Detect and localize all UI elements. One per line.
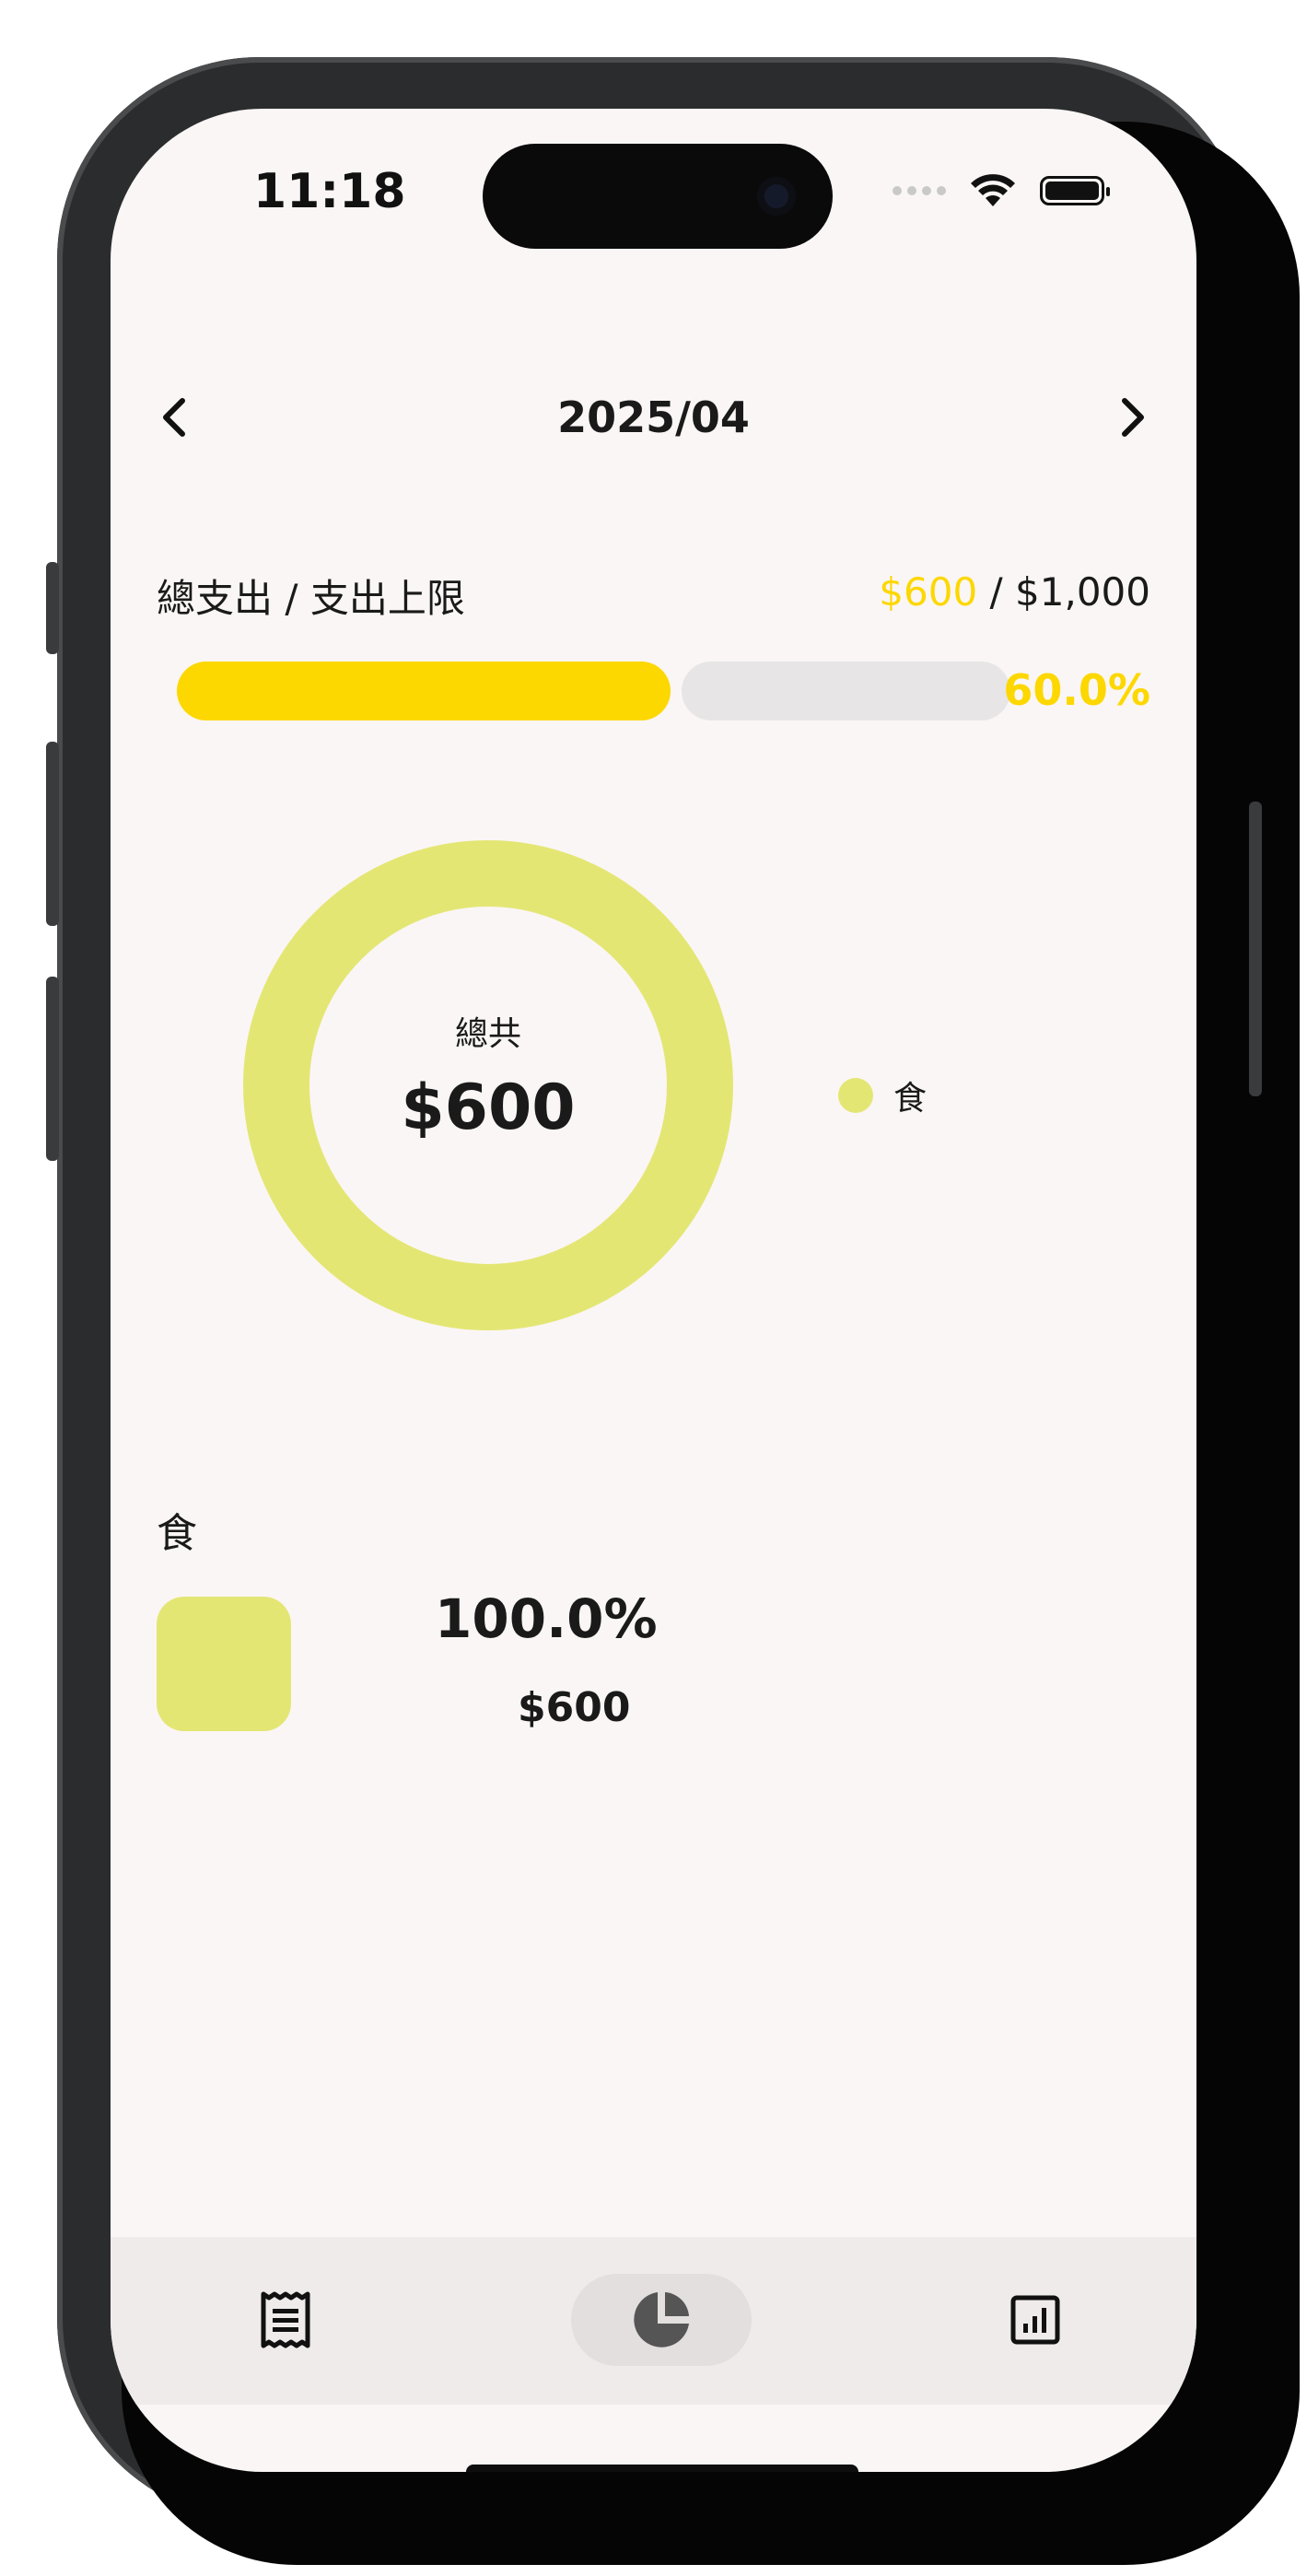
next-month-button[interactable] <box>1086 367 1178 468</box>
month-navigator: 2025/04 <box>111 367 1196 468</box>
status-time: 11:18 <box>253 164 406 219</box>
wifi-icon <box>971 174 1015 206</box>
tab-records[interactable] <box>239 2274 332 2366</box>
battery-icon <box>1040 176 1110 205</box>
home-indicator <box>466 2465 858 2472</box>
progress-remaining <box>682 662 1010 720</box>
spent-amount: $600 <box>879 569 978 615</box>
power-button <box>1249 802 1262 1096</box>
legend-label: 食 <box>893 1080 928 1118</box>
receipt-icon <box>261 2291 310 2348</box>
limit-amount: $1,000 <box>1015 569 1150 615</box>
donut-center-label: 總共 <box>454 1015 521 1053</box>
tab-analysis[interactable] <box>571 2274 752 2366</box>
amount-separator: / <box>977 569 1016 615</box>
tab-bar <box>111 2237 1196 2405</box>
category-percent: 100.0% <box>435 1587 658 1650</box>
donut-chart: 總共 $600 <box>239 837 737 1334</box>
tab-reports[interactable] <box>989 2274 1081 2366</box>
progress-percent: 60.0% <box>1003 665 1150 715</box>
status-icons <box>893 173 1110 208</box>
category-amount: $600 <box>518 1684 631 1731</box>
chevron-right-icon <box>1122 398 1144 437</box>
camera-icon <box>757 177 796 216</box>
volume-down-button <box>46 977 59 1161</box>
action-button <box>46 562 59 654</box>
budget-label: 總支出 / 支出上限 <box>157 576 465 621</box>
app-screen: 11:18 2025/04 總支出 / 支出上限 $600 / $1,000 6… <box>111 109 1196 2472</box>
budget-progress: 60.0% <box>177 662 1150 720</box>
month-title: 2025/04 <box>557 392 750 442</box>
category-title: 食 <box>157 1510 197 1557</box>
budget-summary: 總支出 / 支出上限 $600 / $1,000 <box>157 568 1150 623</box>
progress-track <box>177 662 1010 720</box>
donut-center-value: $600 <box>401 1071 576 1144</box>
bar-chart-icon <box>1010 2295 1060 2345</box>
budget-amount: $600 / $1,000 <box>879 569 1150 615</box>
signal-icon <box>893 186 946 195</box>
pie-chart-icon <box>634 2292 689 2348</box>
volume-up-button <box>46 742 59 926</box>
legend-dot <box>838 1078 873 1113</box>
dynamic-island <box>483 144 833 249</box>
progress-fill <box>177 662 671 720</box>
chart-legend: 食 <box>838 1071 927 1119</box>
category-swatch[interactable] <box>157 1597 291 1731</box>
